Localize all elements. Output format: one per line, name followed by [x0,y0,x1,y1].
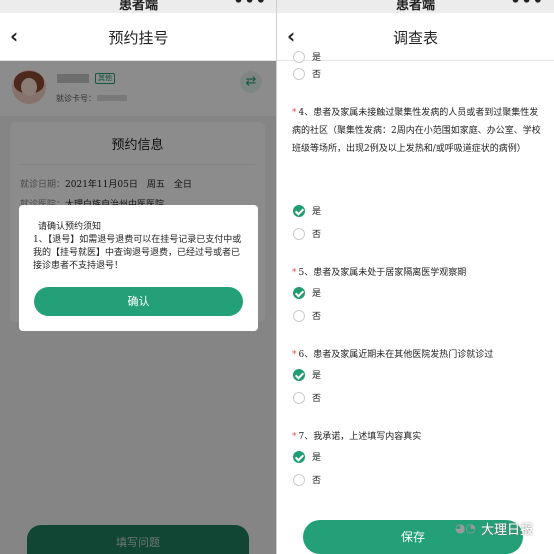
top-bar: 患者端 ••• [0,0,277,13]
required-marker: * [292,350,297,360]
option-label: 否 [312,476,322,486]
question-text: 7、我承诺，上述填写内容真实 [298,432,422,442]
option-label: 否 [312,230,322,240]
required-marker: * [292,268,297,278]
dialog-body: 1、【退号】如需退号退费可以在挂号记录已支付中或我的【挂号就医】中查询退号退费，… [33,235,242,271]
page-title: 预约挂号 [108,29,169,47]
question-7: * 7、我承诺，上述填写内容真实 [292,428,421,446]
option-label: 否 [312,70,322,80]
option-label: 否 [312,312,322,322]
survey-screen: 患者端 ••• ‹ 调查表 是 否 * 4、患者及家属未接触过聚集性发病的人员或者… [277,0,554,554]
dialog-title: 请确认预约须知 [38,222,102,232]
option-label: 是 [312,207,322,217]
radio-button[interactable] [293,392,305,404]
question-text: 4、患者及家属未接触过聚集性发病的人员或者到过聚集性发病的社区（聚集性发病：2周… [292,108,541,154]
question-text: 5、患者及家属未处于居家隔离医学观察期 [298,268,467,278]
option-label: 是 [312,371,322,381]
option-label: 是 [312,453,322,463]
checked-radio-icon[interactable] [293,287,305,299]
radio-button[interactable] [293,51,305,63]
radio-button[interactable] [293,228,305,240]
checked-radio-icon[interactable] [293,205,305,217]
question-4: * 4、患者及家属未接触过聚集性发病的人员或者到过聚集性发病的社区（聚集性发病：2… [292,104,544,158]
checked-radio-icon[interactable] [293,369,305,381]
option-label: 否 [312,394,322,404]
confirm-button[interactable]: 确认 [34,287,243,316]
checked-radio-icon[interactable] [293,451,305,463]
wechat-icon: ◕◔ [455,521,476,535]
top-bar: 患者端 ••• [277,0,554,13]
option-label: 是 [312,289,322,299]
required-marker: * [292,432,297,442]
question-6: * 6、患者及家属近期未在其他医院发热门诊就诊过 [292,346,493,364]
radio-button[interactable] [293,474,305,486]
option-label: 是 [312,53,322,63]
radio-button[interactable] [293,310,305,322]
notice-dialog: 请确认预约须知 1、【退号】如需退号退费可以在挂号记录已支付中或我的【挂号就医】… [19,205,258,331]
watermark-text: 大理日报 [481,523,534,538]
nav-bar: ‹ 预约挂号 [0,13,277,61]
required-marker: * [292,108,297,118]
page-title: 调查表 [392,29,438,47]
more-icon[interactable]: ••• [233,0,267,10]
question-5: * 5、患者及家属未处于居家隔离医学观察期 [292,264,466,282]
question-text: 6、患者及家属近期未在其他医院发热门诊就诊过 [298,350,494,360]
more-icon[interactable]: ••• [510,0,544,10]
radio-button[interactable] [293,68,305,80]
appointment-screen: 患者端 ••• ‹ 预约挂号 其他 就诊卡号： ⇄ 预约信息 就诊日期：2021… [0,0,277,554]
